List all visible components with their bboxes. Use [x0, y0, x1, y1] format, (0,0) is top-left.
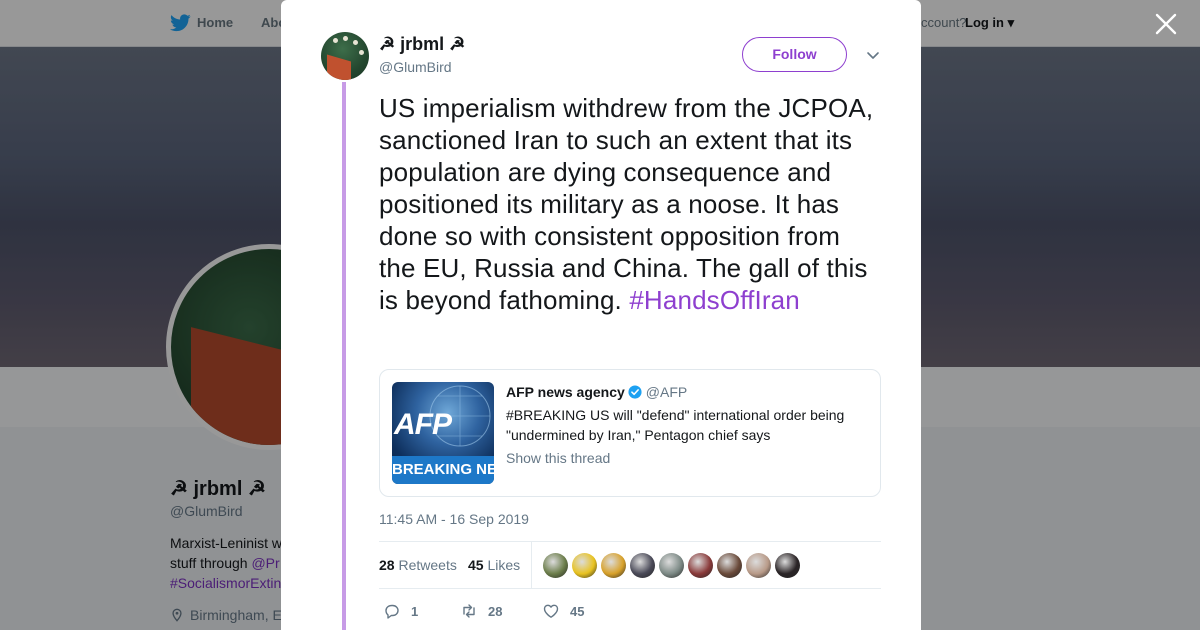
- liker-avatar[interactable]: [659, 553, 684, 578]
- liker-avatar[interactable]: [543, 553, 568, 578]
- quoted-author: AFP news agency @AFP: [506, 384, 687, 400]
- show-thread-link[interactable]: Show this thread: [506, 450, 610, 466]
- retweet-button[interactable]: 28: [460, 600, 502, 622]
- breaking-news-banner: BREAKING NEWS: [392, 456, 494, 484]
- retweet-icon: [463, 604, 475, 618]
- tweet-timestamp[interactable]: 11:45 AM - 16 Sep 2019: [379, 511, 529, 527]
- author-display-name[interactable]: ☭ jrbml ☭: [379, 34, 465, 55]
- like-button[interactable]: 45: [542, 600, 584, 622]
- liker-avatar[interactable]: [746, 553, 771, 578]
- tweet-actions-bar: 1 28 45: [379, 600, 881, 622]
- reply-button[interactable]: 1: [383, 600, 418, 622]
- afp-logo-text: AFP: [394, 408, 452, 441]
- heart-icon: [543, 604, 559, 618]
- close-icon[interactable]: [1152, 10, 1180, 38]
- liker-avatar[interactable]: [630, 553, 655, 578]
- hashtag-link[interactable]: #HandsOffIran: [629, 285, 800, 315]
- follow-button[interactable]: Follow: [742, 37, 847, 72]
- likes-stat[interactable]: 45 Likes: [468, 557, 520, 573]
- verified-badge-icon: [628, 385, 642, 399]
- quoted-tweet-image: AFP BREAKING NEWS: [392, 382, 494, 484]
- chevron-down-icon[interactable]: [865, 47, 881, 63]
- quoted-tweet-card[interactable]: AFP BREAKING NEWS AFP news agency @AFP #B…: [379, 369, 881, 497]
- liker-avatar[interactable]: [688, 553, 713, 578]
- stats-divider: [531, 542, 532, 589]
- author-handle[interactable]: @GlumBird: [379, 59, 452, 75]
- thread-connector-line: [342, 82, 346, 630]
- retweet-count: 28: [488, 603, 503, 619]
- liker-avatar[interactable]: [572, 553, 597, 578]
- like-count: 45: [570, 603, 585, 619]
- tweet-text: US imperialism withdrew from the JCPOA, …: [379, 93, 874, 315]
- liker-avatar[interactable]: [775, 553, 800, 578]
- tweet-stats-bar: 28 Retweets 45 Likes: [379, 541, 881, 589]
- quoted-author-handle: @AFP: [645, 384, 688, 400]
- liker-avatar[interactable]: [717, 553, 742, 578]
- tweet-permalink-modal: ☭ jrbml ☭ @GlumBird Follow US imperialis…: [281, 0, 921, 630]
- reply-icon: [385, 604, 399, 619]
- liker-avatar[interactable]: [601, 553, 626, 578]
- author-avatar[interactable]: [321, 32, 369, 80]
- quoted-tweet-text: #BREAKING US will "defend" international…: [506, 407, 845, 443]
- quoted-author-name: AFP news agency: [506, 384, 625, 400]
- reply-count: 1: [411, 603, 419, 619]
- retweets-stat[interactable]: 28 Retweets: [379, 557, 457, 573]
